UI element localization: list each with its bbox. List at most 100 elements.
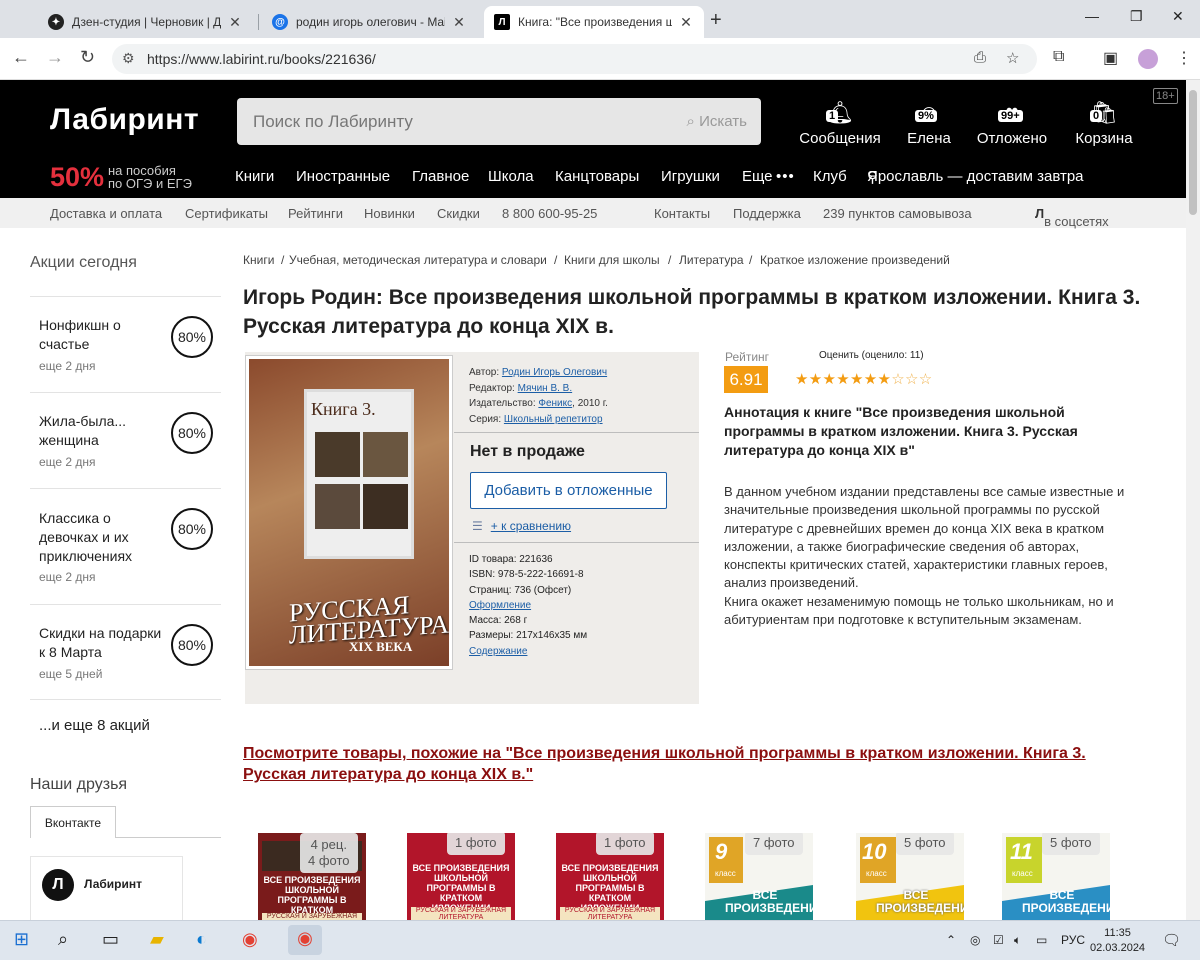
search-icon[interactable]: ⌕ [58,929,68,950]
product-thumbnail[interactable]: 11 класс ВСЕ ПРОИЗВЕДЕНИЯ 5 фото [1002,833,1110,923]
tray-chevron-icon[interactable]: ⌃ [946,933,956,947]
site-info-icon[interactable]: ⚙ [122,50,135,67]
breadcrumb-item[interactable]: Книги для школы [564,253,660,267]
close-icon[interactable]: ✕ [678,14,694,31]
notifications-icon[interactable]: 🗨︎ [1162,931,1181,949]
series-link[interactable]: Школьный репетитор [504,414,603,425]
rating-label: Рейтинг [725,350,770,364]
tab-labirint[interactable]: Л Книга: "Все произведения шко ✕ [484,6,704,38]
chrome-active-icon[interactable]: ◉ [288,925,322,955]
back-icon[interactable]: ← [12,47,30,68]
tray-app-icon[interactable]: ◎ [970,933,980,947]
profile-avatar[interactable] [1138,49,1158,69]
messages-button[interactable]: 🔔︎ 1 Сообщения [790,100,890,147]
subnav-ratings[interactable]: Рейтинги [288,206,343,221]
scrollbar-thumb[interactable] [1189,90,1197,215]
rating-stars[interactable]: ★★★★★★★☆☆☆ [795,370,932,388]
subnav-discounts[interactable]: Скидки [437,206,480,221]
tab-dzen[interactable]: ✦ Дзен-студия | Черновик | Дзен ✕ [38,6,253,38]
minimize-icon[interactable]: — [1085,8,1099,24]
subnav-new[interactable]: Новинки [364,206,415,221]
reload-icon[interactable]: ↻ [80,47,95,68]
side-panel-icon[interactable]: ▣ [1103,48,1118,68]
editor-link[interactable]: Мячин В. В. [518,383,573,394]
breadcrumb-item[interactable]: Краткое изложение произведений [760,253,950,267]
nav-main[interactable]: Главное [412,168,469,185]
promo-item[interactable]: Классика о девочках и их приключениях ещ… [30,488,221,604]
subnav-pickup[interactable]: 239 пунктов самовывоза [823,206,972,221]
more-dots-icon[interactable]: ••• [776,168,795,185]
add-to-wishlist-button[interactable]: Добавить в отложенные [470,472,667,509]
cart-button[interactable]: 🛍︎ 0 Корзина [1054,100,1154,147]
new-tab-button[interactable]: + [710,9,722,32]
breadcrumb-item[interactable]: Литература [679,253,744,267]
nav-school[interactable]: Школа [488,168,534,185]
restore-icon[interactable]: ❐ [1130,8,1143,25]
address-bar[interactable]: ⚙ https://www.labirint.ru/books/221636/ … [112,44,1037,74]
publisher-link[interactable]: Феникс [538,398,572,409]
nav-club[interactable]: Клуб [813,168,847,185]
wishlist-button[interactable]: ♥99+ Отложено [962,100,1062,147]
subnav-support[interactable]: Поддержка [733,206,801,221]
author-link[interactable]: Родин Игорь Олегович [502,367,607,378]
similar-products-title[interactable]: Посмотрите товары, похожие на "Все произ… [243,743,1143,785]
contents-link[interactable]: Содержание [469,644,587,659]
promo-item[interactable]: Жила-была... женщина еще 2 дня 80% [30,392,221,488]
bookmark-star-icon[interactable]: ☆ [1006,49,1019,67]
menu-icon[interactable]: ⋮ [1176,48,1192,68]
weight: Масса: 268 г [469,615,528,627]
nav-foreign[interactable]: Иностранные [296,168,390,185]
search-input[interactable]: Поиск по Лабиринту ⌕ Искать [237,98,761,145]
network-icon[interactable]: ▭ [1036,933,1047,947]
close-icon[interactable]: ✕ [451,14,467,31]
promo-item[interactable]: Скидки на подарки к 8 Марта еще 5 дней 8… [30,604,221,700]
book-cover[interactable]: Книга 3. РУССКАЯ ЛИТЕРАТУРА XIX ВЕКА [245,355,453,670]
nav-stationery[interactable]: Канцтовары [555,168,639,185]
more-promos-link[interactable]: ...и еще 8 акций [39,717,150,734]
product-thumbnail[interactable]: ВСЕ ПРОИЗВЕДЕНИЯ ШКОЛЬНОЙ ПРОГРАММЫ В КР… [407,833,515,923]
subnav-certificates[interactable]: Сертификаты [185,206,268,221]
nav-toys[interactable]: Игрушки [661,168,720,185]
search-button[interactable]: ⌕ Искать [687,113,747,130]
product-thumbnail[interactable]: 9 класс ВСЕ ПРОИЗВЕДЕНИЯ 7 фото [705,833,813,923]
cover-text: ВСЕ ПРОИЗВЕДЕНИЯ [876,888,964,915]
tab-vkontakte[interactable]: Вконтакте [30,806,116,838]
subnav-social[interactable]: Л в соцсетях [1035,206,1109,229]
file-explorer-icon[interactable]: ▰ [150,929,164,950]
chrome-icon[interactable]: ◉ [242,929,258,950]
subnav-contacts[interactable]: Контакты [654,206,710,221]
search-button-label: Искать [699,113,747,130]
breadcrumb-item[interactable]: Книги [243,253,274,267]
messages-badge: 1 [826,110,839,122]
forward-icon[interactable]: → [46,47,64,68]
product-thumbnail[interactable]: ВСЕ ПРОИЗВЕДЕНИЯ ШКОЛЬНОЙ ПРОГРАММЫ В КР… [258,833,366,923]
design-link[interactable]: Оформление [469,598,587,613]
promo-days: еще 2 дня [39,359,96,373]
windows-start-icon[interactable]: ⊞ [14,929,29,950]
age-badge: 18+ [1153,88,1178,104]
install-icon[interactable]: ⎙ [974,49,986,66]
nav-books[interactable]: Книги [235,168,274,185]
sub-nav: Доставка и оплата Сертификаты Рейтинги Н… [0,198,1186,229]
nav-more[interactable]: Еще [742,168,773,185]
language-indicator[interactable]: РУС [1061,933,1085,947]
tray-security-icon[interactable]: ☑ [993,933,1004,947]
edge-icon[interactable]: ◐ [196,929,207,950]
page-scrollbar[interactable] [1186,80,1200,920]
product-thumbnail[interactable]: 10 класс ВСЕ ПРОИЗВЕДЕНИЯ 5 фото [856,833,964,923]
tab-mail[interactable]: @ родин игорь олегович - Mail.r ✕ [262,6,477,38]
subnav-phone[interactable]: 8 800 600-95-25 [502,206,597,221]
compare-link[interactable]: ☰ + к сравнению [472,519,571,533]
product-thumbnail[interactable]: ВСЕ ПРОИЗВЕДЕНИЯ ШКОЛЬНОЙ ПРОГРАММЫ В КР… [556,833,664,923]
system-clock[interactable]: 11:35 02.03.2024 [1090,926,1145,956]
close-window-icon[interactable]: ✕ [1172,8,1184,25]
breadcrumb-item[interactable]: Учебная, методическая литература и слова… [289,253,547,267]
vk-widget[interactable]: Л Лабиринт [30,856,183,926]
extensions-icon[interactable]: ⧉ [1053,48,1064,66]
site-logo[interactable]: Лабиринт [50,103,199,137]
subnav-delivery[interactable]: Доставка и оплата [50,206,162,221]
promo-item[interactable]: Нонфикшн о счастье еще 2 дня 80% [30,296,221,392]
close-icon[interactable]: ✕ [227,14,243,31]
task-view-icon[interactable]: ▭ [102,929,119,950]
volume-icon[interactable]: 🔈︎ [1014,933,1021,948]
